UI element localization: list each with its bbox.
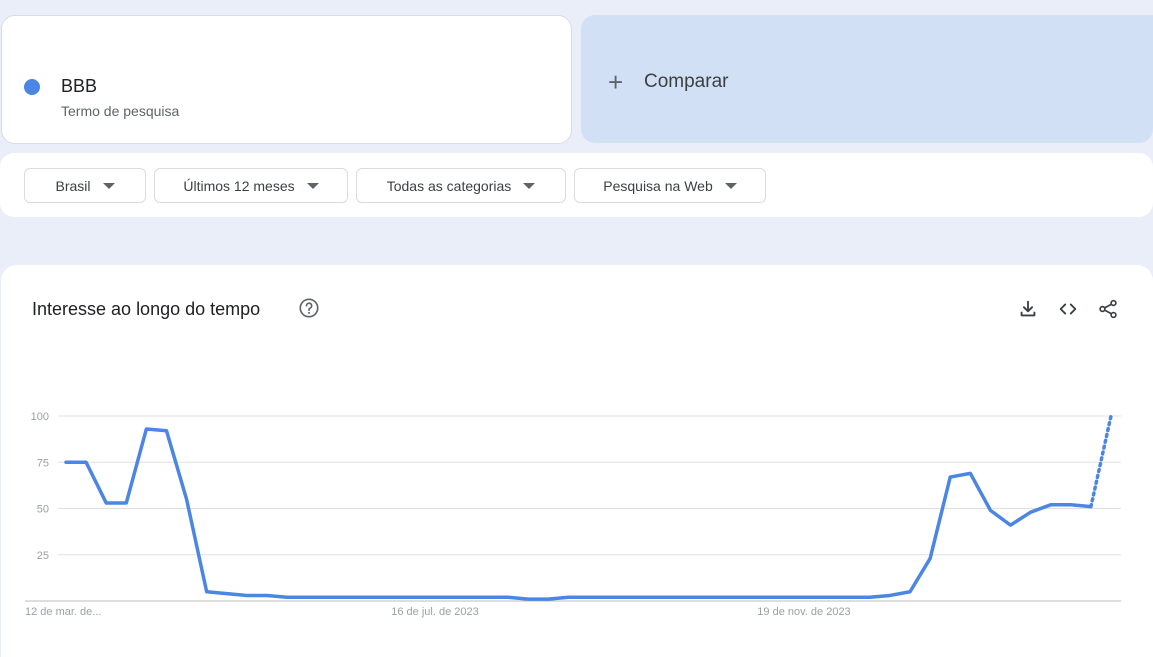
search-term-card[interactable]: BBB Termo de pesquisa xyxy=(1,15,572,144)
series-line xyxy=(64,427,1093,601)
filter-period-label: Últimos 12 meses xyxy=(183,177,295,194)
caret-down-icon xyxy=(724,182,737,189)
y-tick-label: 50 xyxy=(37,504,49,516)
series-line-partial xyxy=(1089,414,1113,509)
filter-search-type-dropdown[interactable]: Pesquisa na Web xyxy=(574,168,766,203)
caret-down-icon xyxy=(306,182,319,189)
compare-button[interactable]: + Comparar xyxy=(581,15,1153,143)
filter-bar: Brasil Últimos 12 meses Todas as categor… xyxy=(0,153,1153,217)
filter-region-dropdown[interactable]: Brasil xyxy=(24,168,146,203)
caret-down-icon xyxy=(523,182,536,189)
filter-search-type-label: Pesquisa na Web xyxy=(603,177,713,194)
compare-label: Comparar xyxy=(644,71,729,92)
y-tick-label: 100 xyxy=(31,411,49,423)
x-tick-label: 12 de mar. de... xyxy=(25,606,101,618)
filter-category-dropdown[interactable]: Todas as categorias xyxy=(356,168,566,203)
x-tick-label: 19 de nov. de 2023 xyxy=(757,606,850,618)
term-color-dot xyxy=(24,79,40,95)
x-tick-label: 16 de jul. de 2023 xyxy=(391,606,478,618)
term-name[interactable]: BBB xyxy=(61,76,97,97)
caret-down-icon xyxy=(102,182,115,189)
filter-period-dropdown[interactable]: Últimos 12 meses xyxy=(154,168,348,203)
filter-region-label: Brasil xyxy=(55,177,91,194)
interest-line-chart: 25 50 75 100 12 de mar. de... 16 de jul. de 2… xyxy=(25,411,1121,618)
interest-over-time-panel: Interesse ao longo do tempo 25 50 75 100 12 … xyxy=(1,265,1153,657)
term-subtitle: Termo de pesquisa xyxy=(61,103,180,119)
y-tick-label: 25 xyxy=(37,550,49,562)
plus-icon: + xyxy=(608,67,624,97)
filter-category-label: Todas as categorias xyxy=(386,177,512,194)
y-tick-label: 75 xyxy=(37,457,49,469)
